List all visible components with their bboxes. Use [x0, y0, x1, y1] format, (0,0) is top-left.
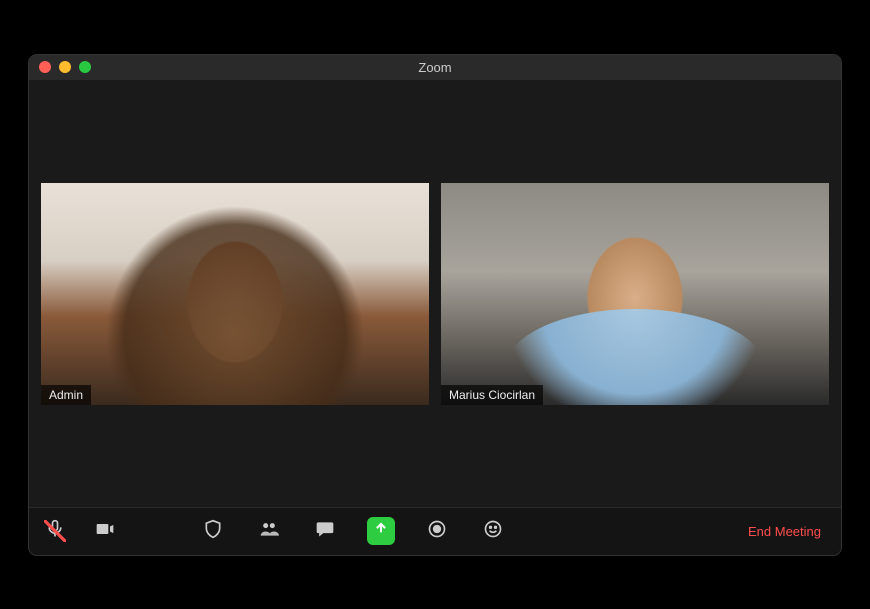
fullscreen-icon[interactable]	[79, 61, 91, 73]
video-feed	[441, 183, 829, 405]
chat-icon	[315, 519, 335, 544]
participant-name-label: Admin	[41, 385, 91, 405]
meeting-toolbar: End Meeting	[29, 507, 841, 555]
zoom-window: Zoom Admin Marius Ciocirlan	[29, 55, 841, 555]
end-meeting-button[interactable]: End Meeting	[740, 520, 829, 543]
titlebar[interactable]: Zoom	[29, 55, 841, 81]
shield-icon	[203, 519, 223, 544]
close-icon[interactable]	[39, 61, 51, 73]
window-controls	[29, 61, 91, 73]
share-screen-icon	[371, 519, 391, 544]
record-icon	[427, 519, 447, 544]
participants-icon	[259, 519, 279, 544]
reactions-icon	[483, 519, 503, 544]
microphone-icon	[45, 519, 65, 544]
chat-button[interactable]	[311, 517, 339, 545]
reactions-button[interactable]	[479, 517, 507, 545]
share-screen-button[interactable]	[367, 517, 395, 545]
record-button[interactable]	[423, 517, 451, 545]
participant-tile[interactable]: Marius Ciocirlan	[441, 183, 829, 405]
participant-name-label: Marius Ciocirlan	[441, 385, 543, 405]
video-grid: Admin Marius Ciocirlan	[29, 81, 841, 507]
window-title: Zoom	[418, 60, 451, 75]
minimize-icon[interactable]	[59, 61, 71, 73]
participants-button[interactable]	[255, 517, 283, 545]
video-button[interactable]	[91, 517, 119, 545]
participant-tile[interactable]: Admin	[41, 183, 429, 405]
camera-icon	[95, 519, 115, 544]
video-feed	[41, 183, 429, 405]
security-button[interactable]	[199, 517, 227, 545]
mute-button[interactable]	[41, 517, 69, 545]
